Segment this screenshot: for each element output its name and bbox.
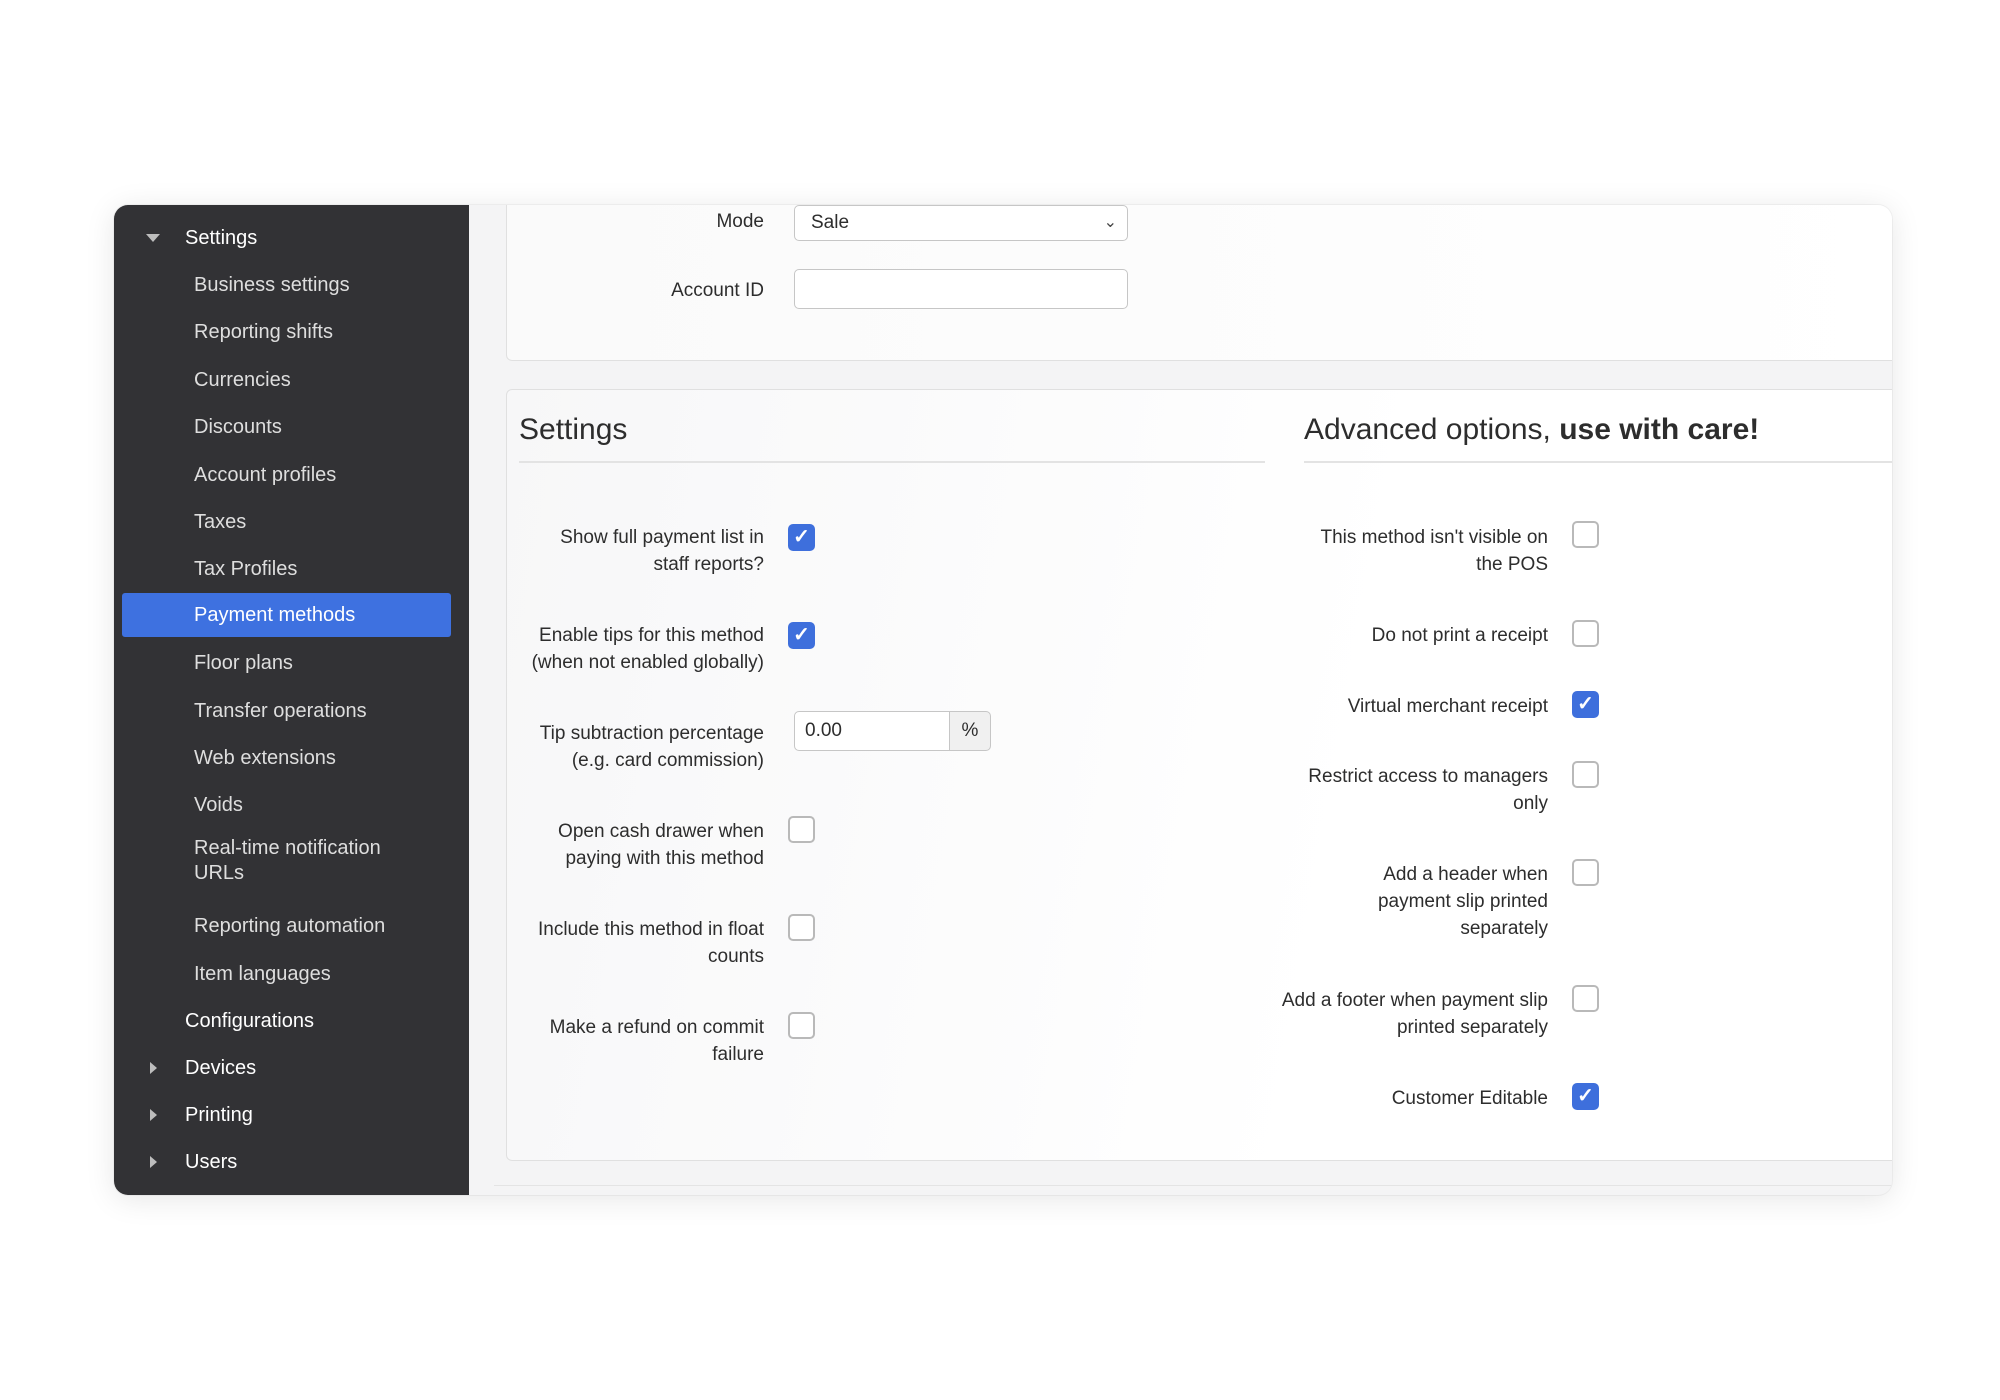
customer-editable-checkbox[interactable]: ✓ (1572, 1083, 1599, 1110)
caret-right-icon (146, 1140, 160, 1184)
app-window: Settings Business settings Reporting shi… (114, 205, 1892, 1195)
sidebar-item-discounts[interactable]: Discounts (122, 405, 451, 449)
virtual-merchant-receipt-checkbox[interactable]: ✓ (1572, 691, 1599, 718)
do-not-print-receipt-checkbox[interactable] (1572, 620, 1599, 647)
caret-right-icon (146, 1046, 160, 1090)
caret-down-icon (146, 216, 160, 260)
settings-divider (519, 461, 1265, 463)
restrict-to-managers-label: Restrict access to managers only (1308, 766, 1548, 814)
sidebar-item-realtime-notification-urls[interactable]: Real-time notification URLs (122, 830, 451, 890)
show-full-payment-list-checkbox[interactable]: ✓ (788, 524, 815, 551)
sidebar-item-reporting-automation[interactable]: Reporting automation (122, 904, 451, 948)
sidebar-item-taxes[interactable]: Taxes (122, 500, 451, 544)
sidebar-item-account-profiles[interactable]: Account profiles (122, 453, 451, 497)
open-cash-drawer-checkbox[interactable] (788, 816, 815, 843)
refund-on-commit-failure-checkbox[interactable] (788, 1012, 815, 1039)
sidebar-item-users[interactable]: Users (122, 1140, 451, 1184)
show-full-payment-list-label: Show full payment list in staff reports? (560, 527, 764, 575)
sidebar-item-configurations[interactable]: Configurations (122, 999, 451, 1043)
sidebar-item-floor-plans[interactable]: Floor plans (122, 641, 451, 685)
add-header-checkbox[interactable] (1572, 859, 1599, 886)
add-footer-label: Add a footer when payment slip printed s… (1281, 990, 1548, 1038)
float-counts-checkbox[interactable] (788, 914, 815, 941)
sidebar-item-voids[interactable]: Voids (122, 783, 451, 827)
sidebar-item-web-extensions[interactable]: Web extensions (122, 736, 451, 780)
mode-select[interactable]: Sale ⌄ (794, 205, 1128, 241)
refund-on-commit-failure-label: Make a refund on commit failure (549, 1017, 764, 1065)
mode-label: Mode (716, 211, 764, 232)
add-header-label: Add a header when payment slip printed s… (1377, 864, 1548, 939)
sidebar-item-reporting-shifts[interactable]: Reporting shifts (122, 310, 451, 354)
virtual-merchant-receipt-label: Virtual merchant receipt (1347, 696, 1548, 717)
sidebar-item-devices[interactable]: Devices (122, 1046, 451, 1090)
chevron-down-icon: ⌄ (1103, 214, 1117, 231)
add-footer-checkbox[interactable] (1572, 985, 1599, 1012)
enable-tips-label: Enable tips for this method (when not en… (531, 625, 764, 673)
settings-heading: Settings (519, 413, 628, 446)
advanced-divider (1304, 461, 1892, 463)
customer-editable-label: Customer Editable (1391, 1088, 1548, 1109)
not-visible-on-pos-checkbox[interactable] (1572, 521, 1599, 548)
caret-right-icon (146, 1093, 160, 1137)
not-visible-on-pos-label: This method isn't visible on the POS (1320, 527, 1548, 575)
sidebar: Settings Business settings Reporting shi… (114, 205, 469, 1195)
sidebar-item-transfer-operations[interactable]: Transfer operations (122, 689, 451, 733)
sidebar-item-item-languages[interactable]: Item languages (122, 952, 451, 996)
advanced-options-heading: Advanced options, use with care! (1304, 413, 1760, 446)
enable-tips-checkbox[interactable]: ✓ (788, 622, 815, 649)
sidebar-item-payment-methods[interactable]: Payment methods (122, 593, 451, 637)
sidebar-item-printing[interactable]: Printing (122, 1093, 451, 1137)
tip-subtraction-input[interactable]: 0.00 (794, 711, 950, 751)
bottom-divider (494, 1185, 1892, 1186)
account-id-input[interactable] (794, 269, 1128, 309)
open-cash-drawer-label: Open cash drawer when paying with this m… (558, 821, 764, 869)
sidebar-item-settings[interactable]: Settings (122, 216, 451, 260)
float-counts-label: Include this method in float counts (537, 919, 764, 967)
do-not-print-receipt-label: Do not print a receipt (1371, 625, 1548, 646)
account-id-label: Account ID (671, 280, 764, 301)
sidebar-item-currencies[interactable]: Currencies (122, 358, 451, 402)
sidebar-item-business-settings[interactable]: Business settings (122, 263, 451, 307)
tip-subtraction-label: Tip subtraction percentage (e.g. card co… (539, 723, 764, 771)
sidebar-item-tax-profiles[interactable]: Tax Profiles (122, 547, 451, 591)
restrict-to-managers-checkbox[interactable] (1572, 761, 1599, 788)
percent-addon: % (949, 711, 991, 751)
